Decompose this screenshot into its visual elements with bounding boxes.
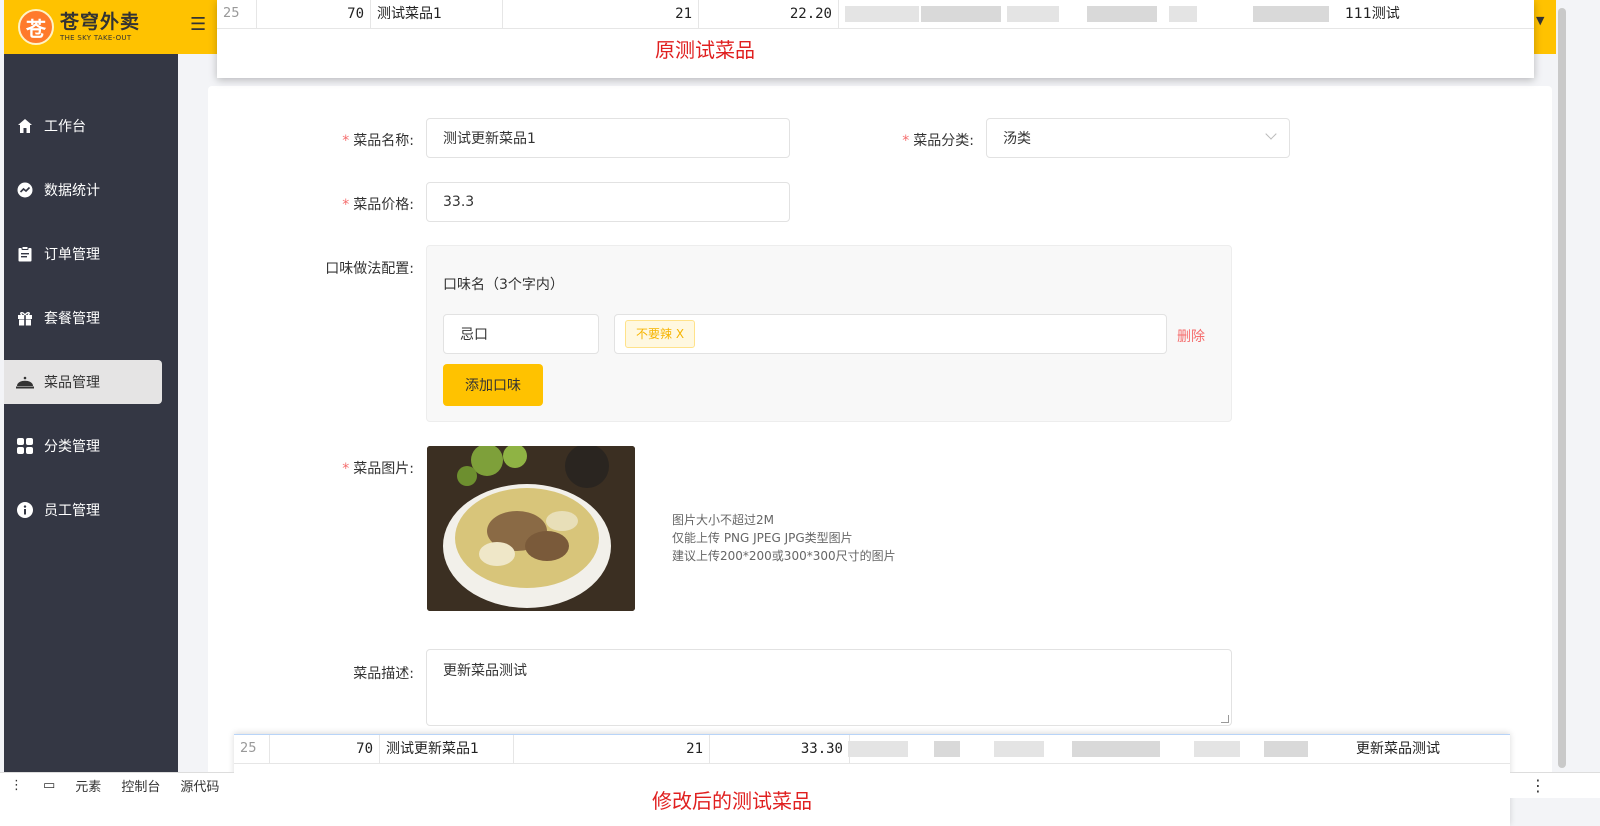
sidebar-item-statistics[interactable]: 数据统计 (4, 168, 162, 212)
sidebar-item-dishes[interactable]: 菜品管理 (4, 360, 162, 404)
flavor-config-label: 口味做法配置: (325, 261, 414, 277)
redacted-cell (1169, 6, 1197, 22)
brand-name-cn: 苍穹外卖 (60, 10, 141, 33)
redacted-cell (1264, 741, 1308, 757)
row-category-id: 70 (257, 0, 371, 28)
device-toggle-icon[interactable]: ▭ (33, 778, 65, 793)
chevron-down-icon[interactable]: ▼ (1536, 14, 1544, 27)
sidebar-item-label: 套餐管理 (44, 311, 100, 327)
add-flavor-button[interactable]: 添加口味 (443, 364, 543, 406)
row-index: 25 (217, 0, 257, 28)
home-icon (16, 117, 34, 135)
row-description: 111测试 (1345, 6, 1400, 22)
logo-mark: 苍 (18, 9, 54, 45)
flavor-config-panel: 口味名（3个字内） 忌口 不要辣 X 删除 添加口味 (426, 245, 1232, 422)
sidebar-item-label: 订单管理 (44, 247, 100, 263)
flavor-tag[interactable]: 不要辣 X (625, 320, 696, 348)
row-description: 更新菜品测试 (1356, 741, 1440, 757)
dish-desc-textarea[interactable]: 更新菜品测试 (426, 649, 1232, 726)
row-number: 21 (514, 735, 710, 763)
sidebar-item-employee[interactable]: 员工管理 (4, 488, 162, 532)
dish-category-label: * 菜品分类: (902, 133, 974, 149)
dish-cover-icon (16, 373, 34, 391)
sidebar-item-label: 工作台 (44, 119, 86, 135)
row-dish-name: 测试更新菜品1 (380, 735, 514, 763)
dish-price-input[interactable]: 33.3 (426, 182, 790, 222)
flavor-tags-input[interactable]: 不要辣 X (614, 314, 1167, 354)
dish-category-select[interactable]: 汤类 (986, 118, 1290, 158)
sidebar-item-category[interactable]: 分类管理 (4, 424, 162, 468)
sidebar-item-orders[interactable]: 订单管理 (4, 232, 162, 276)
devtools-more-icon[interactable]: ⋮ (1510, 772, 1600, 798)
sidebar-item-workbench[interactable]: 工作台 (4, 104, 162, 148)
dish-desc-label: 菜品描述: (353, 666, 414, 682)
redacted-cell (934, 741, 960, 757)
redacted-cell (1194, 741, 1240, 757)
devtools-tab-sources[interactable]: 源代码 (170, 776, 229, 795)
dish-image-upload[interactable] (427, 446, 635, 611)
sidebar-item-label: 员工管理 (44, 503, 100, 519)
row-price: 22.20 (699, 0, 839, 28)
original-row-note: 原测试菜品 (655, 38, 755, 62)
devtools-tab-console[interactable]: 控制台 (111, 776, 170, 795)
chevron-down-icon (1265, 128, 1277, 140)
modified-row-overlay: 25 70 测试更新菜品1 21 33.30 更新菜品测试 修改后的测试菜品 (234, 734, 1510, 826)
redacted-cell (845, 6, 919, 22)
delete-flavor-button[interactable]: 删除 (1177, 326, 1205, 346)
logo-text: 苍穹外卖 THE SKY TAKE-OUT (60, 10, 141, 42)
menu-collapse-icon[interactable]: ☰ (190, 14, 206, 35)
row-number: 21 (503, 0, 699, 28)
scrollbar[interactable] (1556, 0, 1600, 772)
sidebar-item-label: 菜品管理 (44, 375, 100, 391)
original-row-overlay: 25 70 测试菜品1 21 22.20 111测试 原测试菜品 (217, 0, 1534, 78)
redacted-cell (1007, 6, 1059, 22)
grid-icon (16, 437, 34, 455)
info-icon (16, 501, 34, 519)
clipboard-icon (16, 245, 34, 263)
sidebar-item-setmeal[interactable]: 套餐管理 (4, 296, 162, 340)
gift-icon (16, 309, 34, 327)
modified-row-note: 修改后的测试菜品 (652, 789, 812, 813)
dish-photo (427, 446, 635, 611)
chart-icon (16, 181, 34, 199)
redacted-cell (1072, 741, 1160, 757)
flavor-name-header: 口味名（3个字内） (443, 277, 564, 293)
devtools-menu-icon[interactable]: ⋮ (0, 778, 33, 793)
row-dish-name: 测试菜品1 (371, 0, 503, 28)
redacted-cell (921, 6, 1001, 22)
flavor-name-input[interactable]: 忌口 (443, 314, 599, 354)
dish-name-label: * 菜品名称: (342, 133, 414, 149)
sidebar: 工作台 数据统计 订单管理 套餐管理 菜品管理 分类管理 员工管理 (4, 54, 178, 772)
row-price: 33.30 (710, 735, 850, 763)
redacted-cell (1087, 6, 1157, 22)
dish-price-label: * 菜品价格: (342, 197, 414, 213)
dish-image-label: * 菜品图片: (342, 461, 414, 477)
logo: 苍 苍穹外卖 THE SKY TAKE-OUT (4, 0, 178, 54)
devtools-toolbar: ⋮ ▭ 元素 控制台 源代码 (0, 772, 234, 798)
redacted-cell (994, 741, 1044, 757)
devtools-panel (0, 798, 234, 826)
row-category-id: 70 (270, 735, 380, 763)
row-index: 25 (234, 735, 270, 763)
sidebar-item-label: 分类管理 (44, 439, 100, 455)
devtools-tab-elements[interactable]: 元素 (65, 776, 111, 795)
resize-handle-icon[interactable] (1221, 715, 1229, 723)
image-upload-hints: 图片大小不超过2M 仅能上传 PNG JPEG JPG类型图片 建议上传200*… (672, 513, 896, 563)
redacted-cell (1253, 6, 1329, 22)
redacted-cell (848, 741, 908, 757)
brand-name-en: THE SKY TAKE-OUT (60, 33, 132, 42)
sidebar-item-label: 数据统计 (44, 183, 100, 199)
dish-name-input[interactable]: 测试更新菜品1 (426, 118, 790, 158)
scroll-thumb[interactable] (1558, 8, 1566, 768)
